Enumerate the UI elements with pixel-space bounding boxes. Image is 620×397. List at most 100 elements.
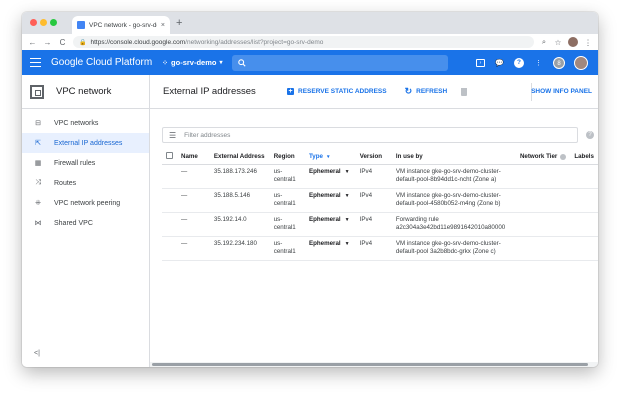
row-type: Ephemeral (308, 239, 341, 247)
network-tier-help-icon[interactable] (560, 153, 567, 160)
show-info-panel-button[interactable]: SHOW INFO PANEL (531, 88, 592, 95)
help-icon[interactable]: ? (514, 58, 524, 68)
browser-profile-avatar[interactable] (568, 37, 578, 47)
tab-strip: VPC network - go-srv-demo × + (22, 12, 598, 34)
scrollbar-thumb[interactable] (152, 363, 588, 366)
firewall-icon: ▦ (34, 160, 42, 167)
refresh-label: REFRESH (416, 88, 448, 95)
row-name: — (177, 212, 210, 237)
type-header-label: Type (308, 153, 323, 161)
vpc-networks-icon: ⊟ (35, 120, 41, 127)
row-address: 35.188.5.146 (209, 188, 270, 213)
row-type-dropdown[interactable]: Ephemeral ▼ (304, 164, 356, 189)
filter-list-icon: ☰ (169, 130, 177, 140)
row-type-dropdown[interactable]: Ephemeral ▼ (304, 188, 356, 213)
gcp-header: Google Cloud Platform ⁘ go-srv-demo ▾ › … (22, 50, 598, 75)
reload-icon[interactable]: C (58, 38, 67, 47)
refresh-button[interactable]: ↻ REFRESH (405, 86, 448, 97)
project-selector[interactable]: ⁘ go-srv-demo ▾ (162, 58, 222, 67)
product-title[interactable]: Google Cloud Platform (51, 57, 152, 68)
maximize-window-button[interactable] (50, 19, 57, 26)
project-name: go-srv-demo (171, 58, 217, 67)
column-header-type[interactable]: Type ▾ (304, 150, 356, 165)
project-dots-icon: ⁘ (162, 59, 169, 67)
reserve-label: RESERVE STATIC ADDRESS (298, 88, 387, 95)
peering-icon: ⁜ (35, 200, 41, 207)
table-header-row: Name External Address Region Type ▾ Versi… (162, 150, 598, 165)
row-type: Ephemeral (308, 191, 341, 199)
row-address: 35.188.173.246 (209, 164, 270, 189)
more-vert-icon[interactable]: ⋮ (533, 58, 544, 69)
support-icon[interactable]: 💬 (494, 58, 505, 69)
url-input[interactable]: 🔒 https://console.cloud.google.com/netwo… (73, 36, 534, 48)
row-name: — (177, 188, 210, 213)
sidebar-item-vpc-networks[interactable]: ⊟ VPC networks (22, 113, 149, 133)
filter-input[interactable]: ☰ Filter addresses (162, 127, 578, 143)
browser-window: VPC network - go-srv-demo × + ← → C 🔒 ht… (22, 12, 598, 367)
delete-icon[interactable] (461, 87, 468, 96)
sidebar-item-label: Routes (54, 179, 77, 187)
chevron-down-icon: ▼ (344, 192, 350, 199)
sidebar-item-label: External IP addresses (54, 139, 123, 147)
column-header-external-address[interactable]: External Address (209, 150, 270, 165)
row-type-dropdown[interactable]: Ephemeral ▼ (304, 236, 356, 261)
zoom-icon[interactable]: ⌕ (540, 37, 548, 47)
browser-tab[interactable]: VPC network - go-srv-demo × (72, 16, 170, 34)
url-host: https://console.cloud.google.com (90, 38, 186, 46)
filter-placeholder: Filter addresses (184, 131, 231, 139)
sidebar-item-shared-vpc[interactable]: ⋈ Shared VPC (22, 213, 149, 233)
row-type-dropdown[interactable]: Ephemeral ▼ (304, 212, 356, 237)
forward-icon[interactable]: → (43, 38, 52, 47)
row-version: IPv4 (355, 212, 392, 237)
shared-vpc-icon: ⋈ (34, 220, 42, 227)
sidebar-item-firewall-rules[interactable]: ▦ Firewall rules (22, 153, 149, 173)
account-avatar[interactable] (574, 56, 588, 70)
column-header-labels[interactable]: Labels (570, 150, 598, 165)
tab-close-icon[interactable]: × (161, 22, 165, 29)
search-input[interactable] (232, 54, 449, 71)
row-version: IPv4 (355, 236, 392, 261)
close-window-button[interactable] (30, 19, 37, 26)
row-in-use-by: Forwarding rule a2c304a3e42bd11e98916420… (391, 212, 516, 237)
column-header-network-tier[interactable]: Network Tier (515, 150, 571, 165)
browser-menu-icon[interactable]: ⋮ (584, 38, 592, 47)
sidebar-item-external-ip-addresses[interactable]: ⇱ External IP addresses (22, 133, 149, 153)
sidebar-title: VPC network (56, 86, 112, 97)
bookmark-star-icon[interactable]: ☆ (554, 38, 562, 47)
minimize-window-button[interactable] (40, 19, 47, 26)
column-header-version[interactable]: Version (355, 150, 392, 165)
select-all-checkbox[interactable] (162, 150, 177, 165)
collapse-sidebar-icon[interactable]: <| (34, 350, 40, 357)
page-title: External IP addresses (163, 86, 256, 97)
row-address: 35.192.234.180 (209, 236, 270, 261)
chevron-down-icon: ▼ (344, 168, 350, 175)
lock-icon: 🔒 (79, 39, 87, 46)
sidebar-item-vpc-network-peering[interactable]: ⁜ VPC network peering (22, 193, 149, 213)
row-region: us-central1 (269, 212, 305, 237)
tab-title: VPC network - go-srv-demo (89, 21, 157, 29)
chevron-down-icon: ▼ (344, 240, 350, 247)
notifications-badge[interactable]: 8 (553, 57, 565, 69)
column-header-region[interactable]: Region (269, 150, 305, 165)
horizontal-scrollbar[interactable] (150, 362, 598, 367)
header-actions: › 💬 ? ⋮ 8 (476, 56, 588, 70)
new-tab-button[interactable]: + (176, 16, 182, 30)
add-icon: + (287, 88, 294, 95)
row-in-use-by: VM instance gke-go-srv-demo-cluster-defa… (391, 188, 516, 213)
sidebar-item-routes[interactable]: ⤨ Routes (22, 173, 149, 193)
filter-help-icon[interactable]: ? (586, 131, 594, 139)
back-icon[interactable]: ← (28, 38, 37, 47)
menu-icon[interactable] (30, 58, 41, 67)
table-row: — 35.192.234.180 us-central1 Ephemeral ▼ … (162, 236, 598, 261)
sidebar-header: VPC network (22, 75, 149, 109)
sidebar-item-label: Firewall rules (54, 159, 96, 167)
row-address: 35.192.14.0 (209, 212, 270, 237)
reserve-static-address-button[interactable]: + RESERVE STATIC ADDRESS (287, 88, 387, 95)
column-header-name[interactable]: Name (177, 150, 210, 165)
column-header-in-use-by[interactable]: In use by (391, 150, 516, 165)
addresses-table: Name External Address Region Type ▾ Versi… (162, 150, 598, 261)
row-type: Ephemeral (308, 167, 341, 175)
row-in-use-by: VM instance gke-go-srv-demo-cluster-defa… (391, 236, 516, 261)
cloud-shell-icon[interactable]: › (476, 59, 485, 67)
row-in-use-by: VM instance gke-go-srv-demo-cluster-defa… (391, 164, 516, 189)
